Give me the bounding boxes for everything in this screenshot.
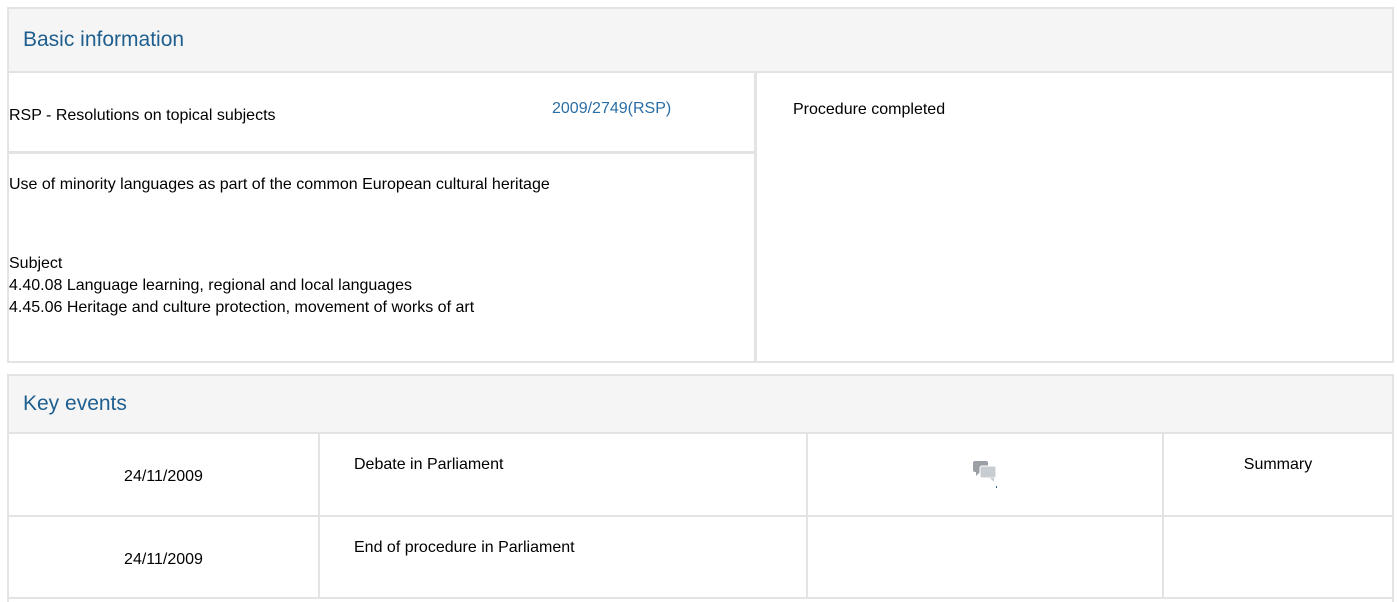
basic-information-body: RSP - Resolutions on topical subjects 20… xyxy=(9,73,1392,361)
table-row: 24/11/2009 End of procedure in Parliamen… xyxy=(9,516,1392,599)
event-summary-cell: Summary xyxy=(1163,434,1392,517)
subject-block: Subject 4.40.08 Language learning, regio… xyxy=(9,253,474,319)
procedure-details-column: RSP - Resolutions on topical subjects 20… xyxy=(9,73,757,361)
procedure-type: RSP - Resolutions on topical subjects xyxy=(9,107,276,124)
event-date: 24/11/2009 xyxy=(124,468,203,485)
key-events-table: 24/11/2009 Debate in Parliament Summary … xyxy=(9,434,1392,599)
subject-item: 4.40.08 Language learning, regional and … xyxy=(9,277,412,294)
basic-information-panel: Basic information RSP - Resolutions on t… xyxy=(7,7,1394,363)
event-date: 24/11/2009 xyxy=(124,551,203,568)
procedure-status: Procedure completed xyxy=(793,101,946,118)
procedure-type-row: RSP - Resolutions on topical subjects 20… xyxy=(9,73,754,154)
event-name-cell: Debate in Parliament xyxy=(319,434,808,517)
procedure-title: Use of minority languages as part of the… xyxy=(9,176,550,193)
subject-label: Subject xyxy=(9,255,63,272)
key-events-panel: Key events 24/11/2009 Debate in Parliame… xyxy=(7,374,1394,602)
event-name: End of procedure in Parliament xyxy=(354,539,575,556)
subject-item: 4.45.06 Heritage and culture protection,… xyxy=(9,299,475,316)
event-name-cell: End of procedure in Parliament xyxy=(319,516,808,599)
event-name: Debate in Parliament xyxy=(354,456,504,473)
event-date-cell: 24/11/2009 xyxy=(9,434,320,517)
procedure-reference-link[interactable]: 2009/2749(RSP) xyxy=(552,100,671,118)
event-summary-cell xyxy=(1163,516,1392,599)
debate-speech-icon[interactable] xyxy=(972,458,998,488)
summary-link[interactable]: Summary xyxy=(1244,456,1312,474)
key-events-heading: Key events xyxy=(9,376,1392,434)
event-icon-cell xyxy=(807,434,1164,517)
event-date-cell: 24/11/2009 xyxy=(9,516,320,599)
table-row: 24/11/2009 Debate in Parliament Summary xyxy=(9,434,1392,517)
basic-information-heading: Basic information xyxy=(9,9,1392,73)
event-icon-cell xyxy=(807,516,1164,599)
